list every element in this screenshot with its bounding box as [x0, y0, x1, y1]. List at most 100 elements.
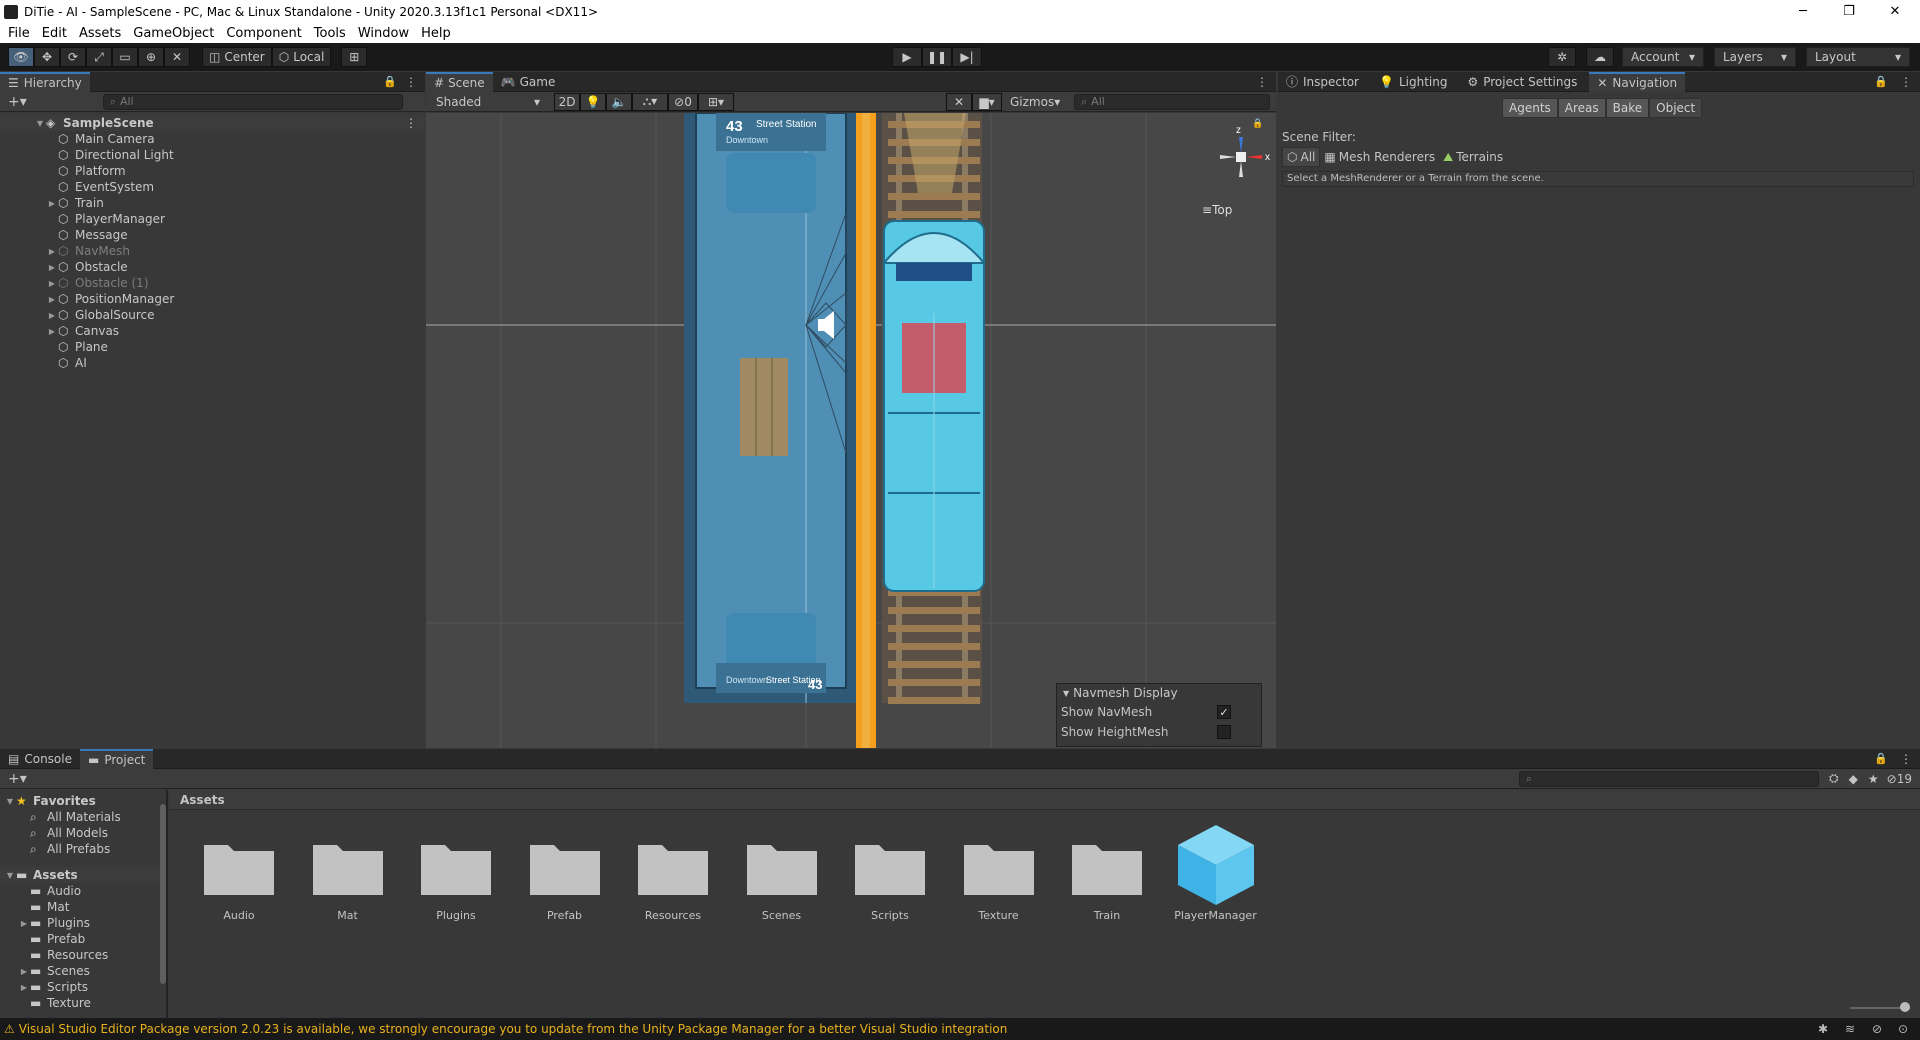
favorite-item[interactable]: ⌕ All Prefabs [0, 841, 166, 857]
tab-areas[interactable]: Areas [1557, 98, 1606, 118]
expand-arrow-icon[interactable]: ▶ [46, 327, 58, 336]
favorite-star-icon[interactable]: ★ [1868, 772, 1879, 786]
step-button[interactable]: ▶| [952, 47, 982, 67]
hierarchy-item[interactable]: ▶ ⬡ Canvas [0, 323, 425, 339]
favorite-item[interactable]: ⌕ All Materials [0, 809, 166, 825]
lock-icon[interactable]: 🔒 [383, 75, 397, 88]
tree-scrollbar-thumb[interactable] [160, 804, 166, 984]
project-folder-item[interactable]: Texture [946, 835, 1052, 922]
tab-lighting[interactable]: 💡 Lighting [1371, 72, 1455, 92]
tab-game[interactable]: 🎮 Game [493, 72, 564, 92]
tab-scene[interactable]: # Scene [426, 71, 493, 92]
slider-thumb[interactable] [1900, 1002, 1910, 1012]
stairs-top[interactable] [726, 153, 816, 213]
auto-generate-icon[interactable]: ⊙ [1898, 1022, 1908, 1036]
project-folder-item[interactable]: Train [1054, 835, 1160, 922]
folder-tree-item[interactable]: ▶ ▬ Plugins [0, 915, 166, 931]
audio-toggle[interactable]: 🔈 [606, 92, 632, 111]
tree-scrollbar[interactable] [158, 792, 166, 1014]
lock-icon[interactable]: 🔒 [1874, 75, 1888, 88]
show-heightmesh-checkbox[interactable] [1217, 725, 1231, 739]
hidden-packages-toggle[interactable]: ⊘19 [1887, 772, 1912, 786]
maximize-button[interactable]: ❐ [1826, 0, 1872, 23]
favorite-item[interactable]: ⌕ All Models [0, 825, 166, 841]
folder-tree-item[interactable]: ▬ Resources [0, 947, 166, 963]
tab-bake[interactable]: Bake [1605, 98, 1650, 118]
lock-icon[interactable]: 🔒 [1874, 752, 1888, 765]
more-options-icon[interactable]: ⋮ [1900, 752, 1912, 766]
tab-object[interactable]: Object [1649, 98, 1703, 118]
minimize-button[interactable]: ─ [1780, 0, 1826, 23]
menu-window[interactable]: Window [354, 26, 417, 41]
hierarchy-item[interactable]: ⬡ Platform [0, 163, 425, 179]
expand-arrow-icon[interactable]: ▶ [46, 279, 58, 288]
project-search-input[interactable]: ⌕ [1519, 770, 1820, 787]
close-button[interactable]: ✕ [1872, 0, 1918, 23]
layout-dropdown[interactable]: Layout ▾ [1806, 47, 1910, 67]
expand-arrow-icon[interactable]: ▶ [46, 199, 58, 208]
scene-options-icon[interactable]: ⋮ [405, 116, 417, 130]
folder-tree-item[interactable]: ▶ ▬ Scripts [0, 979, 166, 995]
lighting-toggle[interactable]: 💡 [580, 92, 606, 111]
project-folder-item[interactable]: Audio [186, 835, 292, 922]
play-button[interactable]: ▶ [892, 47, 922, 67]
account-dropdown[interactable]: Account ▾ [1622, 47, 1704, 67]
expand-arrow-icon[interactable]: ▼ [4, 871, 16, 880]
search-by-label-icon[interactable]: ◆ [1849, 772, 1858, 786]
view-label[interactable]: ≡Top [1202, 203, 1232, 217]
expand-arrow-icon[interactable]: ▶ [46, 295, 58, 304]
hidden-objects-toggle[interactable]: ⊘ 0 [668, 92, 698, 111]
hierarchy-item[interactable]: ▶ ⬡ Obstacle [0, 259, 425, 275]
expand-arrow-icon[interactable]: ▶ [46, 311, 58, 320]
debug-icon[interactable]: ⊘ [1872, 1022, 1882, 1036]
expand-arrow-icon[interactable]: ▶ [18, 919, 30, 928]
folder-tree-item[interactable]: ▬ Mat [0, 899, 166, 915]
expand-arrow-icon[interactable]: ▶ [46, 247, 58, 256]
create-asset-button[interactable]: +▾ [8, 771, 27, 787]
rect-tool-button[interactable]: ▭ [112, 47, 138, 67]
project-folder-item[interactable]: Mat [295, 835, 401, 922]
tools-toggle[interactable]: ✕ [946, 92, 972, 111]
expand-arrow-icon[interactable]: ▶ [46, 263, 58, 272]
menu-edit[interactable]: Edit [38, 26, 75, 41]
scene-search-input[interactable]: ⌕ All [1074, 93, 1270, 110]
status-message[interactable]: Visual Studio Editor Package version 2.0… [19, 1022, 1008, 1036]
menu-component[interactable]: Component [222, 26, 309, 41]
hierarchy-item[interactable]: ⬡ Plane [0, 339, 425, 355]
expand-arrow-icon[interactable]: ▶ [18, 983, 30, 992]
transform-tool-button[interactable]: ⊕ [138, 47, 164, 67]
project-folder-item[interactable]: Scenes [729, 835, 835, 922]
filter-all-button[interactable]: ⬡ All [1282, 147, 1321, 167]
hierarchy-scene-row[interactable]: ▼ ◈ SampleScene ⋮ [0, 115, 425, 131]
tab-agents[interactable]: Agents [1502, 98, 1558, 118]
expand-arrow-icon[interactable]: ▼ [4, 797, 16, 806]
icon-size-slider[interactable] [1850, 1002, 1910, 1012]
folder-tree-item[interactable]: ▬ Texture [0, 995, 166, 1011]
toggle-2d-button[interactable]: 2D [554, 92, 580, 111]
project-folder-item[interactable]: Plugins [403, 835, 509, 922]
more-options-icon[interactable]: ⋮ [1900, 75, 1912, 89]
tab-project-settings[interactable]: ⚙ Project Settings [1459, 72, 1585, 92]
hierarchy-item[interactable]: ⬡ Message [0, 227, 425, 243]
camera-dropdown[interactable]: ▆▾ [972, 92, 1002, 111]
project-breadcrumb[interactable]: Assets [170, 790, 1920, 810]
more-options-icon[interactable]: ⋮ [405, 75, 417, 89]
expand-arrow-icon[interactable]: ▶ [18, 967, 30, 976]
view-tool-button[interactable]: 👁 [8, 47, 34, 67]
hierarchy-item[interactable]: ⬡ EventSystem [0, 179, 425, 195]
cloud-button[interactable]: ☁ [1586, 47, 1614, 67]
lock-icon[interactable]: 🔒 [1252, 119, 1263, 129]
tab-project[interactable]: ▬ Project [79, 748, 154, 769]
bug-icon[interactable]: ✱ [1818, 1022, 1828, 1036]
tab-navigation[interactable]: ✕ Navigation [1589, 71, 1686, 92]
hierarchy-item[interactable]: ⬡ AI [0, 355, 425, 371]
collab-button[interactable]: ✲ [1548, 47, 1576, 67]
layers-dropdown[interactable]: Layers ▾ [1714, 47, 1796, 67]
grid-dropdown[interactable]: ⊞▾ [698, 92, 734, 111]
cache-icon[interactable]: ≋ [1845, 1022, 1855, 1036]
menu-gameobject[interactable]: GameObject [129, 26, 222, 41]
project-folder-item[interactable]: Resources [620, 835, 726, 922]
folder-tree-item[interactable]: ▶ ▬ Scenes [0, 963, 166, 979]
scale-tool-button[interactable]: ⤢ [86, 47, 112, 67]
move-tool-button[interactable]: ✥ [34, 47, 60, 67]
